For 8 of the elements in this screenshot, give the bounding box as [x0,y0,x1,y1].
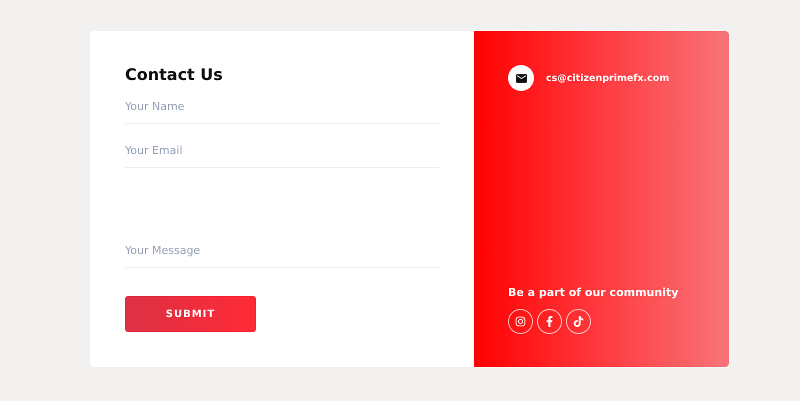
community-heading: Be a part of our community [508,286,680,299]
facebook-icon[interactable] [537,309,562,334]
instagram-icon[interactable] [508,309,533,334]
mail-icon [508,65,534,91]
form-title: Contact Us [125,65,224,84]
email-text: cs@citizenprimefx.com [546,72,670,84]
tiktok-icon[interactable] [566,309,591,334]
submit-button[interactable]: SUBMIT [125,296,256,332]
